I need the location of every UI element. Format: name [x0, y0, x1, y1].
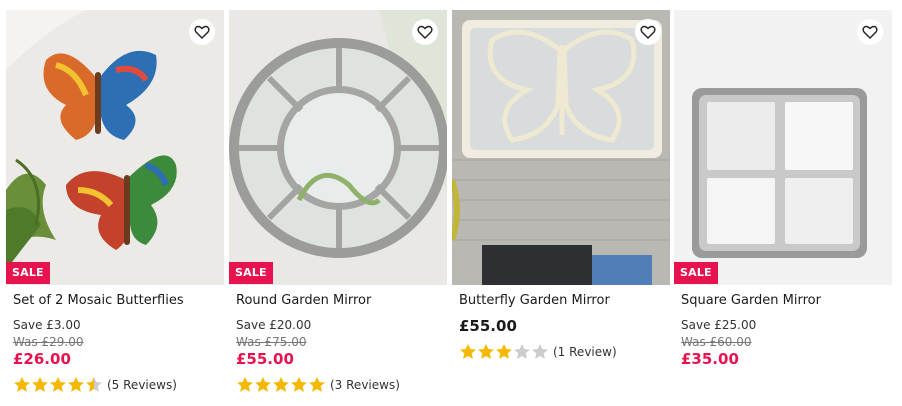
sale-badge: SALE [6, 262, 50, 284]
star-full-icon [460, 343, 476, 359]
star-full-icon [14, 376, 30, 392]
sale-badge: SALE [674, 262, 718, 284]
was-price: Was £75.00 [236, 335, 307, 349]
star-full-icon [237, 376, 253, 392]
rating[interactable]: (1 Review) [459, 343, 617, 360]
star-rating [236, 376, 326, 393]
heart-outline-icon [862, 25, 878, 39]
wishlist-button[interactable] [412, 19, 438, 45]
sale-price: £55.00 [236, 350, 294, 368]
product-card[interactable]: Butterfly Garden Mirror £55.00 (1 Review… [452, 10, 670, 402]
rating[interactable]: (3 Reviews) [236, 376, 400, 393]
star-rating [13, 376, 103, 393]
product-card[interactable]: SALE Square Garden Mirror Save £25.00 Wa… [674, 10, 892, 402]
heart-outline-icon [417, 25, 433, 39]
product-image-butterfly-garden-mirror[interactable] [452, 10, 670, 285]
heart-outline-icon [640, 25, 656, 39]
product-image-square-garden-mirror[interactable]: SALE [674, 10, 892, 285]
star-full-icon [50, 376, 66, 392]
star-full-icon [478, 343, 494, 359]
star-full-icon [291, 376, 307, 392]
product-card[interactable]: SALE Round Garden Mirror Save £20.00 Was… [229, 10, 447, 402]
sale-price: £26.00 [13, 350, 71, 368]
product-card[interactable]: SALE Set of 2 Mosaic Butterflies Save £3… [6, 10, 224, 402]
was-price: Was £60.00 [681, 335, 752, 349]
product-grid: SALE Set of 2 Mosaic Butterflies Save £3… [0, 0, 902, 406]
wishlist-button[interactable] [635, 19, 661, 45]
star-full-icon [68, 376, 84, 392]
price: £55.00 [459, 317, 517, 335]
product-image-mosaic-butterflies[interactable]: SALE [6, 10, 224, 285]
review-count[interactable]: (1 Review) [553, 345, 617, 359]
product-title[interactable]: Square Garden Mirror [681, 293, 821, 308]
rating[interactable]: (5 Reviews) [13, 376, 177, 393]
product-title[interactable]: Set of 2 Mosaic Butterflies [13, 293, 184, 308]
product-title[interactable]: Round Garden Mirror [236, 293, 371, 308]
product-title[interactable]: Butterfly Garden Mirror [459, 293, 610, 308]
review-count[interactable]: (3 Reviews) [330, 378, 400, 392]
star-full-icon [32, 376, 48, 392]
product-image-round-garden-mirror[interactable]: SALE [229, 10, 447, 285]
star-full-icon [273, 376, 289, 392]
star-full-icon [309, 376, 325, 392]
wishlist-button[interactable] [857, 19, 883, 45]
star-full-icon [255, 376, 271, 392]
sale-price: £35.00 [681, 350, 739, 368]
save-amount: Save £3.00 [13, 318, 81, 332]
star-empty-icon [532, 343, 548, 359]
save-amount: Save £20.00 [236, 318, 312, 332]
star-empty-icon [514, 343, 530, 359]
star-full-icon [496, 343, 512, 359]
review-count[interactable]: (5 Reviews) [107, 378, 177, 392]
wishlist-button[interactable] [189, 19, 215, 45]
was-price: Was £29.00 [13, 335, 84, 349]
save-amount: Save £25.00 [681, 318, 757, 332]
star-half-icon [86, 376, 102, 392]
star-rating [459, 343, 549, 360]
sale-badge: SALE [229, 262, 273, 284]
heart-outline-icon [194, 25, 210, 39]
